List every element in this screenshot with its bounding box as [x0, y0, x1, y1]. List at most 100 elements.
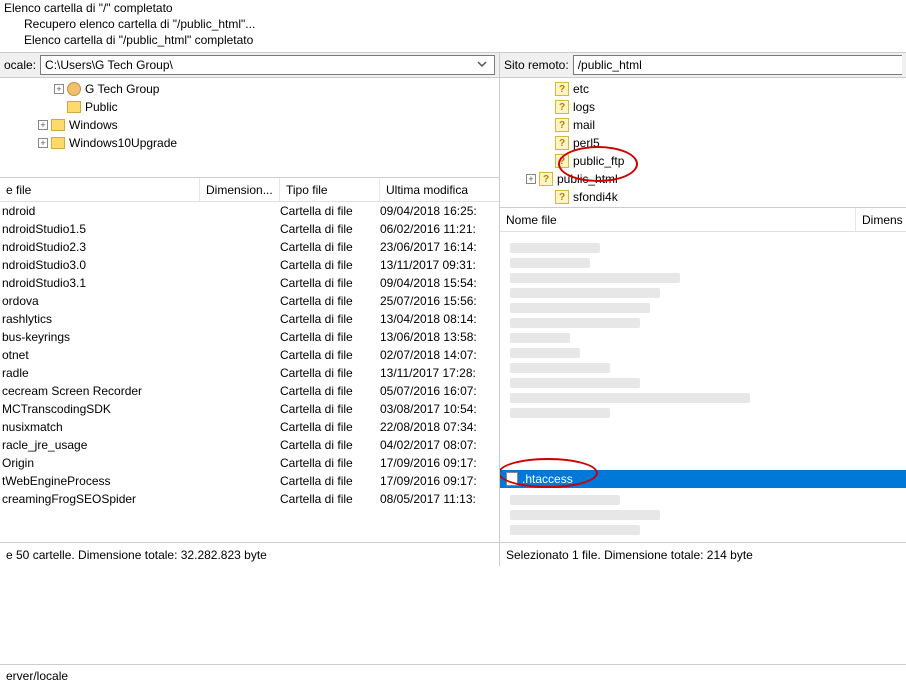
header-type[interactable]: Tipo file [280, 178, 380, 201]
local-file-row[interactable]: ndroidStudio3.0Cartella di file13/11/201… [0, 256, 499, 274]
file-name: MCTranscodingSDK [0, 402, 200, 416]
remote-path-value: /public_html [578, 58, 642, 72]
file-icon [506, 472, 518, 486]
tree-expander[interactable]: + [526, 174, 536, 184]
remote-folder-tree[interactable]: ?etc?logs?mail?perl5?public_ftp+?public_… [500, 78, 906, 208]
local-file-row[interactable]: nusixmatchCartella di file22/08/2018 07:… [0, 418, 499, 436]
file-name: cecream Screen Recorder [0, 384, 200, 398]
file-modified: 22/08/2018 07:34: [380, 420, 499, 434]
file-type: Cartella di file [280, 492, 380, 506]
header-size[interactable]: Dimens [856, 208, 906, 231]
file-modified: 13/11/2017 09:31: [380, 258, 499, 272]
bottom-tab[interactable]: erver/locale [0, 664, 906, 687]
user-icon [67, 82, 81, 96]
tree-item[interactable]: +?public_html [502, 170, 904, 188]
file-modified: 25/07/2016 15:56: [380, 294, 499, 308]
remote-file-row-selected[interactable]: .htaccess [500, 470, 906, 488]
file-modified: 17/09/2016 09:17: [380, 456, 499, 470]
local-path-combo[interactable]: C:\Users\G Tech Group\ [40, 55, 495, 75]
tree-expander[interactable]: + [54, 84, 64, 94]
tree-item[interactable]: ?sfondi4k [502, 188, 904, 206]
tree-item[interactable]: +Windows [2, 116, 497, 134]
local-file-list[interactable]: ndroidCartella di file09/04/2018 16:25:n… [0, 202, 499, 542]
local-file-row[interactable]: racle_jre_usageCartella di file04/02/201… [0, 436, 499, 454]
file-name: nusixmatch [0, 420, 200, 434]
unknown-folder-icon: ? [539, 172, 553, 186]
file-type: Cartella di file [280, 384, 380, 398]
tree-item[interactable]: ?perl5 [502, 134, 904, 152]
file-name: Origin [0, 456, 200, 470]
local-file-row[interactable]: ndroidCartella di file09/04/2018 16:25: [0, 202, 499, 220]
tree-item[interactable]: ?logs [502, 98, 904, 116]
tree-item[interactable]: Public [2, 98, 497, 116]
file-name: rashlytics [0, 312, 200, 326]
tree-item-label: public_ftp [573, 154, 624, 168]
file-type: Cartella di file [280, 474, 380, 488]
tree-expander[interactable]: + [38, 120, 48, 130]
file-name: tWebEngineProcess [0, 474, 200, 488]
local-file-row[interactable]: cecream Screen RecorderCartella di file0… [0, 382, 499, 400]
file-name: otnet [0, 348, 200, 362]
message-log: Elenco cartella di "/" completato Recupe… [0, 0, 906, 52]
chevron-down-icon[interactable] [474, 58, 490, 72]
local-file-row[interactable]: OriginCartella di file17/09/2016 09:17: [0, 454, 499, 472]
unknown-folder-icon: ? [555, 118, 569, 132]
folder-icon [67, 101, 81, 113]
local-file-row[interactable]: radleCartella di file13/11/2017 17:28: [0, 364, 499, 382]
remote-path-combo[interactable]: /public_html [573, 55, 902, 75]
file-modified: 03/08/2017 10:54: [380, 402, 499, 416]
file-modified: 08/05/2017 11:13: [380, 492, 499, 506]
folder-icon [51, 137, 65, 149]
remote-status: Selezionato 1 file. Dimensione totale: 2… [500, 542, 906, 566]
tree-item[interactable]: +G Tech Group [2, 80, 497, 98]
local-file-row[interactable]: rashlyticsCartella di file13/04/2018 08:… [0, 310, 499, 328]
tree-item[interactable]: ?public_ftp [502, 152, 904, 170]
file-type: Cartella di file [280, 258, 380, 272]
local-file-row[interactable]: ordovaCartella di file25/07/2016 15:56: [0, 292, 499, 310]
file-modified: 13/11/2017 17:28: [380, 366, 499, 380]
log-line: Recupero elenco cartella di "/public_htm… [4, 16, 902, 32]
local-file-row[interactable]: ndroidStudio2.3Cartella di file23/06/201… [0, 238, 499, 256]
local-folder-tree[interactable]: +G Tech GroupPublic+Windows+Windows10Upg… [0, 78, 499, 178]
file-type: Cartella di file [280, 402, 380, 416]
tree-item[interactable]: ? mail [502, 116, 904, 134]
tree-item-label: etc [573, 82, 589, 96]
tree-item-label: Windows10Upgrade [69, 136, 177, 150]
local-site-label: ocale: [4, 58, 36, 72]
tree-item[interactable]: + Windows10Upgrade [2, 134, 497, 152]
local-file-row[interactable]: MCTranscodingSDK Cartella di file03/08/20… [0, 400, 499, 418]
file-name: ndroid [0, 204, 200, 218]
header-modified[interactable]: Ultima modifica [380, 178, 499, 201]
header-name[interactable]: e file [0, 178, 200, 201]
remote-file-list[interactable]: .htaccess [500, 232, 906, 542]
unknown-folder-icon: ? [555, 136, 569, 150]
tree-item-label: mail [573, 118, 595, 132]
file-type: Cartella di file [280, 204, 380, 218]
local-file-row[interactable]: ndroidStudio1.5Cartella di file06/02/201… [0, 220, 499, 238]
local-list-header[interactable]: e file Dimension... Tipo file Ultima mod… [0, 178, 499, 202]
remote-list-header[interactable]: Nome file Dimens [500, 208, 906, 232]
file-name: ndroidStudio3.1 [0, 276, 200, 290]
log-line: Elenco cartella di "/" completato [4, 0, 902, 16]
local-file-row[interactable]: ndroidStudio3.1Cartella di file09/04/201… [0, 274, 499, 292]
tree-expander[interactable]: + [38, 138, 48, 148]
tree-item[interactable]: ? etc [502, 80, 904, 98]
file-type: Cartella di file [280, 366, 380, 380]
remote-file-name: .htaccess [522, 472, 573, 486]
header-size[interactable]: Dimension... [200, 178, 280, 201]
local-file-row[interactable]: bus-keyringsCartella di file13/06/2018 1… [0, 328, 499, 346]
file-name: bus-keyrings [0, 330, 200, 344]
local-file-row[interactable]: otnetCartella di file02/07/2018 14:07: [0, 346, 499, 364]
header-name[interactable]: Nome file [500, 208, 856, 231]
file-modified: 04/02/2017 08:07: [380, 438, 499, 452]
remote-site-label: Sito remoto: [504, 58, 569, 72]
file-modified: 06/02/2016 11:21: [380, 222, 499, 236]
local-file-row[interactable]: creamingFrogSEOSpiderCartella di file08/… [0, 490, 499, 508]
tree-item-label: Public [85, 100, 118, 114]
unknown-folder-icon: ? [555, 82, 569, 96]
tree-item-label: sfondi4k [573, 190, 618, 204]
local-file-row[interactable]: tWebEngineProcessCartella di file17/09/2… [0, 472, 499, 490]
folder-icon [51, 119, 65, 131]
file-name: racle_jre_usage [0, 438, 200, 452]
file-type: Cartella di file [280, 222, 380, 236]
